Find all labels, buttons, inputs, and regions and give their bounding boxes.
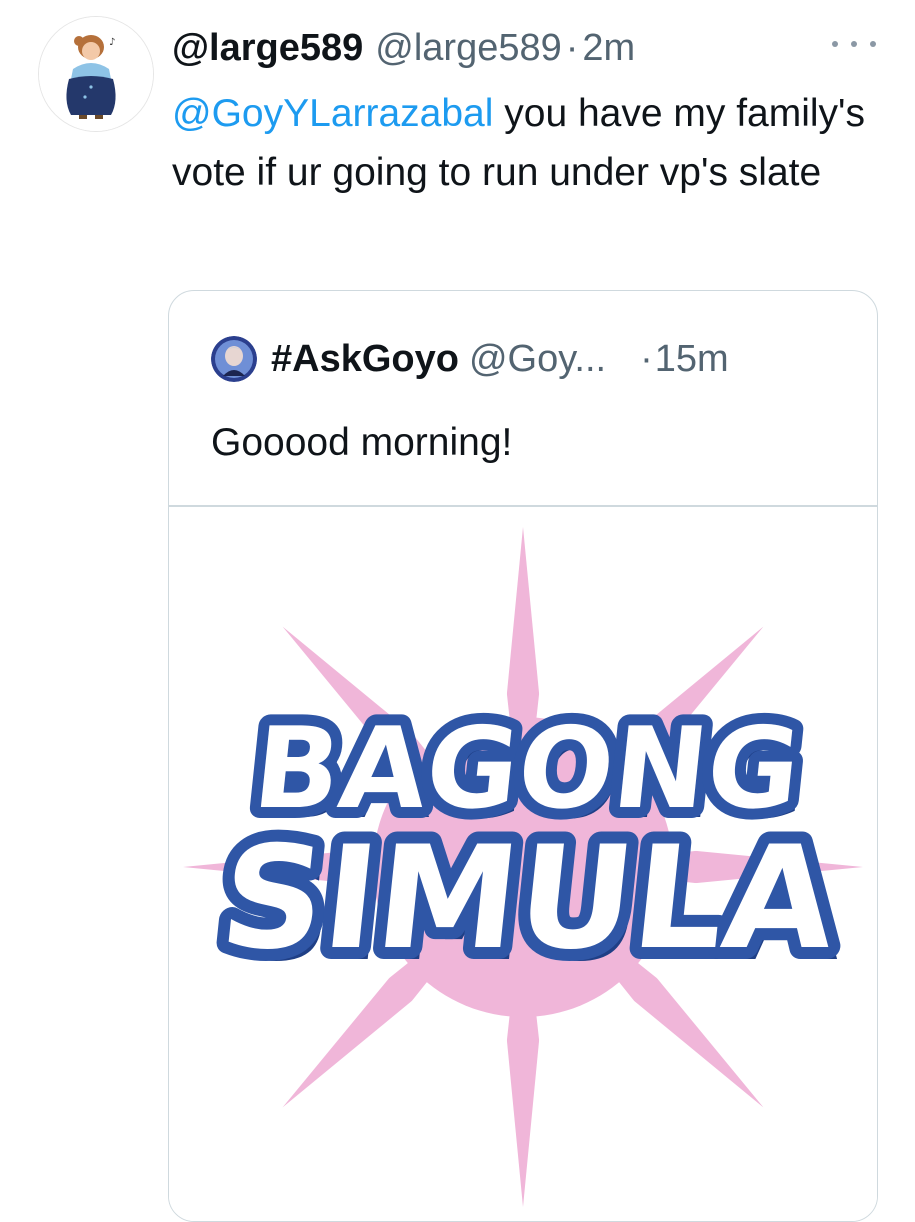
quoted-display-name[interactable]: #AskGoyo xyxy=(271,338,459,381)
quoted-tweet-header: #AskGoyo @Goy... · 15m xyxy=(211,335,729,383)
tweet-timestamp[interactable]: 2m xyxy=(582,27,635,70)
tweet-text: @GoyYLarrazabal you have my family's vot… xyxy=(172,84,872,202)
more-horizontal-icon[interactable] xyxy=(832,34,876,54)
banner-line2: SIMULA xyxy=(213,815,842,981)
quoted-user-handle[interactable]: @Goy... xyxy=(469,338,606,381)
svg-text:♪: ♪ xyxy=(109,37,115,48)
quoted-avatar-illustration xyxy=(211,336,257,382)
quoted-user-avatar[interactable] xyxy=(211,336,257,382)
bagong-simula-graphic: BAGONG BAGONG BAGONG SIMULA SIMULA SIMUL… xyxy=(183,527,863,1207)
mention-link[interactable]: @GoyYLarrazabal xyxy=(172,92,493,135)
user-avatar[interactable]: ♪ xyxy=(38,16,154,132)
display-name[interactable]: @large589 xyxy=(172,27,363,70)
separator-dot: · xyxy=(565,26,579,69)
quoted-tweet-image[interactable]: BAGONG BAGONG BAGONG SIMULA SIMULA SIMUL… xyxy=(169,507,877,1221)
quoted-separator-dot: · xyxy=(640,337,653,380)
quoted-timestamp[interactable]: 15m xyxy=(655,338,729,381)
avatar-illustration: ♪ xyxy=(39,17,153,131)
quoted-tweet-text: Gooood morning! xyxy=(211,421,513,464)
tweet-header: @large589 @large589 · 2m xyxy=(172,22,635,74)
quoted-tweet-card[interactable]: #AskGoyo @Goy... · 15m Gooood morning! B… xyxy=(168,290,878,1222)
banner-logo: BAGONG BAGONG BAGONG SIMULA SIMULA SIMUL… xyxy=(201,693,854,993)
user-handle[interactable]: @large589 xyxy=(375,27,561,70)
